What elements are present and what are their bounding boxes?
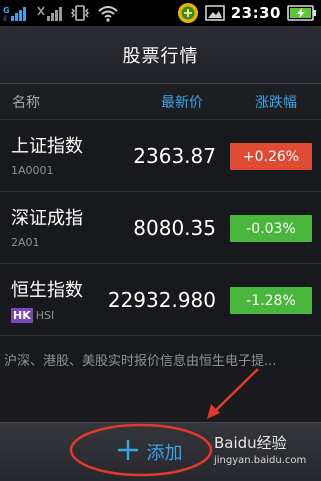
column-name-header: 名称	[12, 94, 40, 111]
signal-x-icon	[37, 4, 63, 22]
column-header: 名称 最新价 涨跌幅	[0, 84, 321, 120]
image-notification-icon	[204, 4, 225, 22]
clock: 23:30	[230, 4, 281, 22]
stock-code: HSI	[35, 309, 55, 322]
watermark-line2: jingyan.baidu.com	[214, 455, 307, 466]
stock-quotes-screen: G il 23:30 股票行情 名称 最新价 涨跌幅 上证指数 1A0001 2…	[0, 0, 321, 481]
data-source-notice: 沪深、港股、美股实时报价信息由恒生电子提...	[0, 336, 321, 382]
svg-text:il: il	[3, 15, 7, 22]
watermark-line1: Baidu经验	[214, 434, 287, 452]
stock-price: 22932.980	[107, 288, 216, 312]
app-notification-icon	[177, 2, 199, 24]
stock-code: 2A01	[11, 236, 40, 249]
stock-name: 上证指数	[11, 136, 83, 157]
stock-change-badge[interactable]: +0.26%	[230, 143, 312, 170]
data-source-text: 沪深、港股、美股实时报价信息由恒生电子提...	[4, 353, 277, 369]
wifi-icon	[97, 4, 119, 22]
stock-code-line: 1A0001	[11, 164, 54, 177]
add-stock-button[interactable]: 添加	[117, 439, 183, 466]
page-title: 股票行情	[122, 45, 199, 67]
stock-code-line: HK HSI	[11, 308, 54, 323]
add-button-label: 添加	[146, 443, 183, 464]
vibrate-icon	[69, 4, 91, 22]
title-bar: 股票行情	[0, 26, 321, 84]
baidu-jingyan-watermark: Baidu经验 jingyan.baidu.com	[214, 434, 318, 474]
stock-change-badge[interactable]: -1.28%	[230, 287, 312, 314]
stock-row-shanghai[interactable]: 上证指数 1A0001 2363.87 +0.26%	[0, 121, 321, 192]
annotation-arrowhead	[207, 404, 220, 419]
stock-name: 深证成指	[11, 208, 83, 229]
status-bar: G il 23:30	[0, 0, 321, 26]
stock-price: 2363.87	[133, 144, 216, 168]
stock-code-line: 2A01	[11, 236, 40, 249]
column-change-header[interactable]: 涨跌幅	[255, 92, 297, 112]
stock-name: 恒生指数	[11, 280, 83, 301]
column-price-header[interactable]: 最新价	[161, 92, 203, 112]
plus-icon	[117, 439, 139, 466]
svg-text:G: G	[3, 6, 10, 15]
hk-market-badge: HK	[11, 308, 33, 323]
stock-price: 8080.35	[133, 216, 216, 240]
stock-row-shenzhen[interactable]: 深证成指 2A01 8080.35 -0.03%	[0, 193, 321, 264]
stock-row-hangseng[interactable]: 恒生指数 HK HSI 22932.980 -1.28%	[0, 265, 321, 336]
signal-bars-icon: G il	[3, 4, 31, 22]
stock-change-badge[interactable]: -0.03%	[230, 215, 312, 242]
battery-charging-icon	[287, 4, 317, 22]
stock-code: 1A0001	[11, 164, 54, 177]
